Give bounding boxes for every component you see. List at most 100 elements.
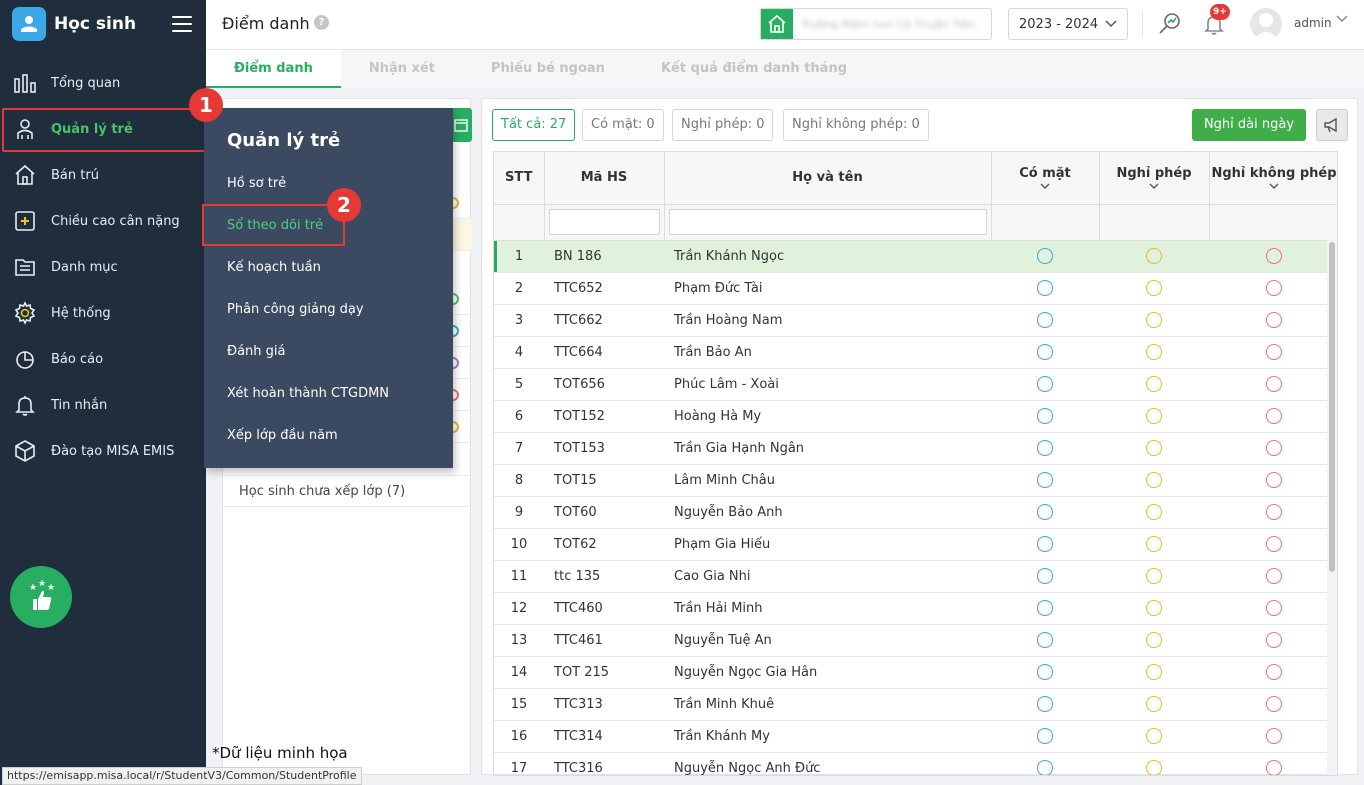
unexcused-radio[interactable] [1266, 504, 1282, 520]
chevron-down-icon[interactable] [1040, 183, 1050, 190]
unexcused-radio[interactable] [1266, 312, 1282, 328]
excused-radio[interactable] [1146, 344, 1162, 360]
table-row[interactable]: 6 TOT152 Hoàng Hà My [494, 400, 1337, 433]
filter-unexcused[interactable]: Nghỉ không phép: 0 [783, 109, 929, 141]
excused-radio[interactable] [1146, 472, 1162, 488]
unexcused-radio[interactable] [1266, 760, 1282, 775]
filter-present[interactable]: Có mặt: 0 [582, 109, 664, 141]
excused-radio[interactable] [1146, 408, 1162, 424]
present-radio[interactable] [1037, 760, 1053, 775]
unexcused-radio[interactable] [1266, 696, 1282, 712]
present-radio[interactable] [1037, 408, 1053, 424]
column-header-nghi-phep[interactable]: Nghỉ phép [1099, 152, 1210, 205]
tab-nhan-xet[interactable]: Nhận xét [341, 50, 463, 88]
present-radio[interactable] [1037, 280, 1053, 296]
table-row[interactable]: 15 TTC313 Trần Minh Khuê [494, 688, 1337, 721]
long-leave-button[interactable]: Nghỉ dài ngày [1192, 109, 1306, 141]
unexcused-radio[interactable] [1266, 344, 1282, 360]
unexcused-radio[interactable] [1266, 280, 1282, 296]
column-header-ma-hs[interactable]: Mã HS [544, 152, 665, 205]
present-radio[interactable] [1037, 632, 1053, 648]
flyout-item-ke-hoach-tuan[interactable]: Kế hoạch tuần [227, 260, 321, 275]
announce-button[interactable] [1316, 109, 1348, 141]
flyout-item-xep-lop-dau-nam[interactable]: Xếp lớp đầu năm [227, 428, 338, 443]
table-row[interactable]: 1 BN 186 Trần Khánh Ngọc [494, 240, 1337, 273]
table-row[interactable]: 7 TOT153 Trần Gia Hạnh Ngân [494, 432, 1337, 465]
vertical-scrollbar[interactable] [1327, 240, 1337, 775]
help-icon[interactable]: ? [314, 15, 329, 30]
excused-radio[interactable] [1146, 536, 1162, 552]
unexcused-radio[interactable] [1266, 376, 1282, 392]
column-header-nghi-khong-phep[interactable]: Nghỉ không phép [1209, 152, 1337, 205]
unassigned-students-item[interactable]: Học sinh chưa xếp lớp (7) [223, 475, 470, 507]
chevron-down-icon[interactable] [1149, 183, 1159, 190]
present-radio[interactable] [1037, 696, 1053, 712]
avatar[interactable] [1250, 8, 1282, 40]
present-radio[interactable] [1037, 536, 1053, 552]
sidebar-item-danh-muc[interactable]: Danh mục [0, 244, 206, 290]
present-radio[interactable] [1037, 504, 1053, 520]
present-radio[interactable] [1037, 472, 1053, 488]
unexcused-radio[interactable] [1266, 568, 1282, 584]
table-row[interactable]: 4 TTC664 Trần Bảo An [494, 336, 1337, 369]
flyout-item-danh-gia[interactable]: Đánh giá [227, 344, 285, 359]
sidebar-item-bao-cao[interactable]: Báo cáo [0, 336, 206, 382]
table-row[interactable]: 11 ttc 135 Cao Gia Nhi [494, 560, 1337, 593]
present-radio[interactable] [1037, 376, 1053, 392]
unexcused-radio[interactable] [1266, 408, 1282, 424]
school-selector[interactable]: Trường Mầm non Cà Thuận Tiên [760, 8, 992, 40]
search-chart-icon[interactable] [1156, 10, 1184, 38]
unexcused-radio[interactable] [1266, 440, 1282, 456]
unexcused-radio[interactable] [1266, 664, 1282, 680]
table-row[interactable]: 8 TOT15 Lâm Minh Châu [494, 464, 1337, 497]
sidebar-item-chieu-cao-can-nang[interactable]: Chiều cao cân nặng [0, 198, 206, 244]
tab-ket-qua-diem-danh-thang[interactable]: Kết quả điểm danh tháng [633, 50, 875, 88]
excused-radio[interactable] [1146, 504, 1162, 520]
chevron-down-icon[interactable] [1336, 15, 1348, 23]
scroll-thumb[interactable] [1329, 242, 1335, 572]
unexcused-radio[interactable] [1266, 600, 1282, 616]
excused-radio[interactable] [1146, 568, 1162, 584]
filter-all[interactable]: Tất cả: 27 [492, 109, 576, 141]
chevron-down-icon[interactable] [1269, 183, 1279, 190]
present-radio[interactable] [1037, 248, 1053, 264]
filter-excused[interactable]: Nghỉ phép: 0 [672, 109, 774, 141]
tab-phieu-be-ngoan[interactable]: Phiếu bé ngoan [463, 50, 633, 88]
table-row[interactable]: 16 TTC314 Trần Khánh My [494, 720, 1337, 753]
tab-diem-danh[interactable]: Điểm danh [206, 50, 341, 88]
excused-radio[interactable] [1146, 728, 1162, 744]
excused-radio[interactable] [1146, 760, 1162, 775]
present-radio[interactable] [1037, 312, 1053, 328]
present-radio[interactable] [1037, 664, 1053, 680]
menu-toggle-icon[interactable] [172, 16, 192, 32]
table-row[interactable]: 5 TOT656 Phúc Lâm - Xoài [494, 368, 1337, 401]
sidebar-item-dao-tao[interactable]: Đào tạo MISA EMIS [0, 428, 206, 474]
excused-radio[interactable] [1146, 248, 1162, 264]
excused-radio[interactable] [1146, 632, 1162, 648]
flyout-item-xet-hoan-thanh[interactable]: Xét hoàn thành CTGDMN [227, 386, 389, 401]
feedback-button[interactable]: ★ ★ ★ [10, 566, 72, 628]
present-radio[interactable] [1037, 728, 1053, 744]
user-name[interactable]: admin [1294, 16, 1332, 30]
flyout-item-ho-so-tre[interactable]: Hồ sơ trẻ [227, 176, 286, 191]
unexcused-radio[interactable] [1266, 248, 1282, 264]
sidebar-item-tong-quan[interactable]: Tổng quan [0, 60, 206, 106]
table-row[interactable]: 10 TOT62 Phạm Gia Hiếu [494, 528, 1337, 561]
unexcused-radio[interactable] [1266, 632, 1282, 648]
unexcused-radio[interactable] [1266, 728, 1282, 744]
excused-radio[interactable] [1146, 440, 1162, 456]
table-row[interactable]: 13 TTC461 Nguyễn Tuệ An [494, 624, 1337, 657]
excused-radio[interactable] [1146, 664, 1162, 680]
code-filter-input[interactable] [548, 209, 660, 235]
sidebar-item-ban-tru[interactable]: Bán trú [0, 152, 206, 198]
table-row[interactable]: 3 TTC662 Trần Hoàng Nam [494, 304, 1337, 337]
column-header-co-mat[interactable]: Có mặt [991, 152, 1100, 205]
table-row[interactable]: 17 TTC316 Nguyễn Ngọc Anh Đức [494, 752, 1337, 775]
excused-radio[interactable] [1146, 312, 1162, 328]
sidebar-item-tin-nhan[interactable]: Tin nhắn [0, 382, 206, 428]
unexcused-radio[interactable] [1266, 472, 1282, 488]
present-radio[interactable] [1037, 440, 1053, 456]
flyout-item-so-theo-doi-tre[interactable]: Sổ theo dõi trẻ [227, 218, 323, 233]
unexcused-radio[interactable] [1266, 536, 1282, 552]
excused-radio[interactable] [1146, 696, 1162, 712]
